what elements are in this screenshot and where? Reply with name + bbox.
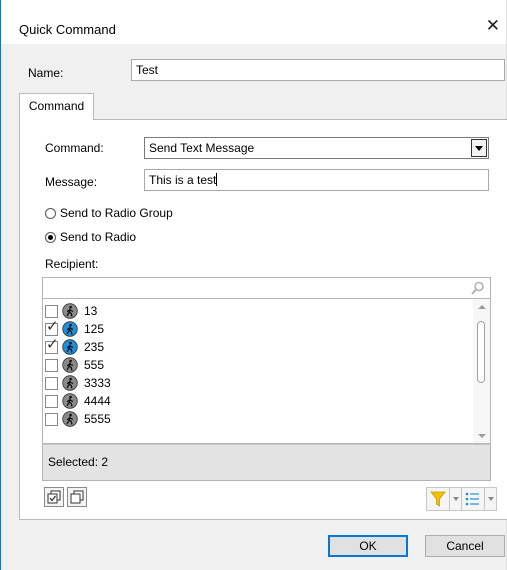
message-text: This is a test [149, 173, 217, 187]
recipient-search-input[interactable] [42, 277, 491, 299]
ok-button[interactable]: OK [328, 535, 408, 557]
checkbox[interactable]: ✓ [45, 336, 59, 354]
title-bar: Quick Command ✕ [1, 0, 506, 44]
filter-button[interactable] [426, 487, 462, 511]
command-dropdown[interactable]: Send Text Message [144, 137, 489, 159]
recipient-id: 125 [84, 322, 105, 336]
text-cursor [216, 173, 218, 186]
checkbox[interactable] [45, 394, 58, 408]
scroll-thumb[interactable] [477, 321, 485, 383]
radio-button[interactable] [45, 231, 56, 243]
list-item[interactable]: ✓ 125 [43, 318, 105, 338]
list-item[interactable]: 3333 [43, 374, 111, 392]
list-item[interactable]: 5555 [43, 410, 111, 428]
checkbox[interactable] [45, 358, 58, 372]
recipient-id: 13 [84, 304, 98, 318]
recipient-id: 555 [84, 358, 105, 372]
radio-button[interactable] [45, 207, 56, 219]
list-item[interactable]: 4444 [43, 392, 111, 410]
uncheck-all-button[interactable] [67, 487, 87, 507]
radio-user-icon [62, 375, 78, 391]
message-label: Message: [45, 175, 98, 189]
scrollbar[interactable] [473, 299, 490, 443]
radio-user-icon [62, 339, 78, 355]
close-icon[interactable]: ✕ [486, 17, 500, 34]
message-field[interactable]: This is a test [144, 169, 489, 191]
list-item[interactable]: ✓ 235 [43, 336, 105, 356]
check-all-icon [47, 490, 61, 504]
recipient-id: 3333 [84, 376, 111, 390]
checkbox[interactable] [45, 412, 58, 426]
radio-send-to-radio[interactable]: Send to Radio [45, 230, 136, 244]
scroll-up-arrow-icon[interactable] [478, 305, 486, 309]
cancel-button[interactable]: Cancel [425, 535, 505, 557]
radio-label: Send to Radio Group [60, 206, 173, 220]
recipient-label: Recipient: [45, 257, 99, 271]
selection-status-bar: Selected: 2 [42, 444, 491, 481]
recipient-id: 5555 [84, 412, 111, 426]
radio-user-icon [62, 411, 78, 427]
uncheck-all-icon [70, 490, 84, 504]
checkbox[interactable] [45, 304, 58, 318]
view-options-button[interactable] [461, 487, 497, 511]
filter-icon[interactable] [427, 488, 449, 510]
name-label: Name: [28, 66, 64, 80]
checkbox[interactable]: ✓ [45, 318, 59, 336]
checkmark-icon: ✓ [46, 317, 59, 335]
list-item[interactable]: 13 [43, 302, 97, 320]
recipient-id: 4444 [84, 394, 111, 408]
search-icon [471, 281, 484, 295]
recipient-list[interactable]: 5555 4444 3333 555 ✓ 235 ✓ 125 13 [42, 299, 491, 444]
check-all-button[interactable] [44, 487, 64, 507]
chevron-down-icon[interactable] [471, 139, 487, 157]
list-item[interactable]: 555 [43, 356, 104, 374]
radio-user-icon [62, 357, 78, 373]
radio-user-icon [62, 321, 78, 337]
list-view-icon[interactable] [462, 488, 484, 510]
dialog-title: Quick Command [19, 22, 116, 37]
radio-send-to-radio-group[interactable]: Send to Radio Group [45, 206, 173, 220]
quick-command-dialog: Quick Command ✕ Name: Test Command Comma… [0, 0, 507, 570]
scroll-down-arrow-icon[interactable] [478, 434, 486, 438]
checkmark-icon: ✓ [46, 335, 59, 353]
radio-user-icon [62, 303, 78, 319]
name-field[interactable]: Test [131, 59, 505, 81]
radio-user-icon [62, 393, 78, 409]
command-selected-value: Send Text Message [149, 141, 255, 155]
tab-command[interactable]: Command [19, 93, 94, 120]
command-label: Command: [45, 141, 104, 155]
selected-count: Selected: 2 [48, 455, 109, 469]
chevron-down-icon[interactable] [449, 488, 461, 510]
checkbox[interactable] [45, 376, 58, 390]
chevron-down-icon[interactable] [484, 488, 496, 510]
recipient-id: 235 [84, 340, 105, 354]
radio-label: Send to Radio [60, 230, 137, 244]
